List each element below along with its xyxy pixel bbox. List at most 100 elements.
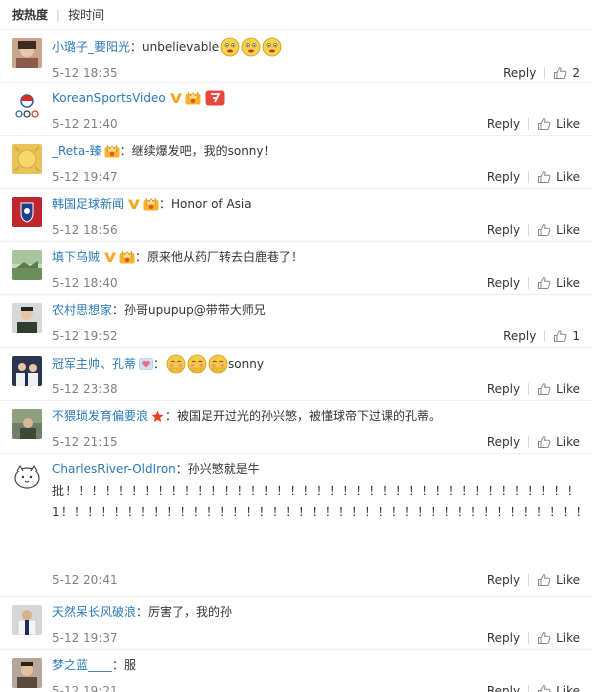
colon: ： (135, 250, 148, 264)
username-link[interactable]: 韩国足球新闻 (52, 195, 124, 213)
comment-time: 5-12 19:47 (52, 170, 118, 184)
comment-text: Honor of Asia (171, 197, 252, 211)
like-button[interactable]: Like (537, 276, 580, 290)
comment-item: CharlesRiver-OldIron ： 孙兴慜就是牛 批！！！！！！！！！… (0, 454, 592, 597)
thumbs-up-icon (537, 684, 551, 692)
comment-item: 不猥琐发育偏要浪 ： 被国足开过光的孙兴慜，被懂球帝下过课的孔蒂。 5-12 2… (0, 401, 592, 454)
like-button[interactable]: Like (537, 170, 580, 184)
comment-time: 5-12 21:15 (52, 435, 118, 449)
username-link[interactable]: 农村思想家 (52, 301, 112, 319)
comment-item: KoreanSportsVideo 5-12 21:40 Reply Like (0, 83, 592, 136)
star-badge-icon (151, 410, 164, 422)
comment-text: 厉害了，我的孙 (148, 605, 233, 619)
colon: ： (119, 144, 132, 158)
avatar[interactable] (12, 658, 42, 688)
like-button[interactable]: Like (537, 631, 580, 645)
comment-time: 5-12 21:40 (52, 117, 118, 131)
avatar[interactable] (12, 91, 42, 121)
colon: ： (136, 605, 149, 619)
avatar[interactable] (12, 409, 42, 439)
like-label: Like (556, 382, 580, 396)
like-label: Like (556, 631, 580, 645)
reply-button[interactable]: Reply (503, 329, 536, 343)
like-button[interactable]: Like (537, 223, 580, 237)
member-crown-icon (119, 250, 135, 264)
avatar[interactable] (12, 356, 42, 386)
sort-bar: 按热度 | 按时间 (0, 0, 592, 30)
comment-item: 冠军主帅、孔蒂 ： sonny 5-12 23:38 Reply Like (0, 348, 592, 401)
reply-button[interactable]: Reply (487, 435, 520, 449)
comment-time: 5-12 19:21 (52, 684, 118, 692)
comment-item: 梦之蓝____ ： 服 5-12 19:21 Reply Like (0, 650, 592, 692)
avatar[interactable] (12, 38, 42, 68)
divider (544, 330, 546, 342)
colon: ： (159, 197, 172, 211)
verified-v-icon (103, 251, 117, 263)
grin-emoji-icon (241, 37, 261, 57)
sort-by-time-tab[interactable]: 按时间 (68, 6, 104, 23)
username-link[interactable]: _Reta-臻 (52, 142, 102, 160)
divider (528, 277, 530, 289)
reply-button[interactable]: Reply (487, 170, 520, 184)
comment-text-continued: 批！！！！！！！！！！！！！！！！！！！！！！！！！！！！！！！！！！！！！！！… (52, 484, 580, 519)
thumbs-up-icon (537, 435, 551, 449)
comment-text: 孙兴慜就是牛 (187, 462, 260, 476)
avatar[interactable] (12, 250, 42, 280)
comment-item: 农村思想家 ： 孙哥upupup@带带大师兄 5-12 19:52 Reply … (0, 295, 592, 348)
username-link[interactable]: 填下乌贼 (52, 248, 100, 266)
like-button[interactable]: Like (537, 435, 580, 449)
comment-time: 5-12 19:52 (52, 329, 118, 343)
reply-button[interactable]: Reply (487, 631, 520, 645)
comment-text: 继续爆发吧，我的sonny！ (131, 144, 276, 158)
reply-button[interactable]: Reply (487, 117, 520, 131)
like-button[interactable]: Like (537, 684, 580, 692)
like-button[interactable]: Like (537, 573, 580, 587)
reply-button[interactable]: Reply (487, 223, 520, 237)
like-button[interactable]: 1 (553, 329, 580, 343)
member-crown-icon (143, 197, 159, 211)
verified-v-icon (169, 92, 183, 104)
colon: ： (153, 357, 166, 371)
like-label: Like (556, 223, 580, 237)
grin-emoji-icon (262, 37, 282, 57)
reply-button[interactable]: Reply (487, 573, 520, 587)
divider (528, 383, 530, 395)
like-label: Like (556, 684, 580, 692)
like-label: Like (556, 170, 580, 184)
shy-emoji-icon (187, 354, 207, 374)
like-button[interactable]: 2 (553, 66, 580, 80)
divider (528, 574, 530, 586)
like-label: Like (556, 276, 580, 290)
verified-v-icon (127, 198, 141, 210)
username-link[interactable]: 梦之蓝____ (52, 656, 112, 674)
colon: ： (165, 409, 178, 423)
username-link[interactable]: 不猥琐发育偏要浪 (52, 407, 148, 425)
username-link[interactable]: CharlesRiver-OldIron (52, 460, 176, 478)
username-link[interactable]: KoreanSportsVideo (52, 89, 166, 107)
member-crown-icon (104, 144, 120, 158)
divider (528, 632, 530, 644)
reply-button[interactable]: Reply (487, 684, 520, 692)
reply-button[interactable]: Reply (487, 382, 520, 396)
sort-divider: | (56, 7, 61, 22)
sort-by-hot-tab[interactable]: 按热度 (12, 6, 48, 23)
comment-text: sonny (228, 357, 264, 371)
avatar[interactable] (12, 197, 42, 227)
username-link[interactable]: 天然呆长风破浪 (52, 603, 136, 621)
like-button[interactable]: Like (537, 117, 580, 131)
like-button[interactable]: Like (537, 382, 580, 396)
comment-item: 天然呆长风破浪 ： 厉害了，我的孙 5-12 19:37 Reply Like (0, 597, 592, 650)
comment-item: 韩国足球新闻 ： Honor of Asia 5-12 18:56 Reply … (0, 189, 592, 242)
username-link[interactable]: 冠军主帅、孔蒂 (52, 355, 136, 373)
shy-emoji-icon (166, 354, 186, 374)
username-link[interactable]: 小璐子_要阳光 (52, 38, 130, 56)
comment-time: 5-12 23:38 (52, 382, 118, 396)
reply-button[interactable]: Reply (487, 276, 520, 290)
heart-badge-icon (139, 358, 153, 370)
avatar[interactable] (12, 462, 42, 492)
avatar[interactable] (12, 144, 42, 174)
avatar[interactable] (12, 303, 42, 333)
comment-time: 5-12 18:56 (52, 223, 118, 237)
avatar[interactable] (12, 605, 42, 635)
reply-button[interactable]: Reply (503, 66, 536, 80)
